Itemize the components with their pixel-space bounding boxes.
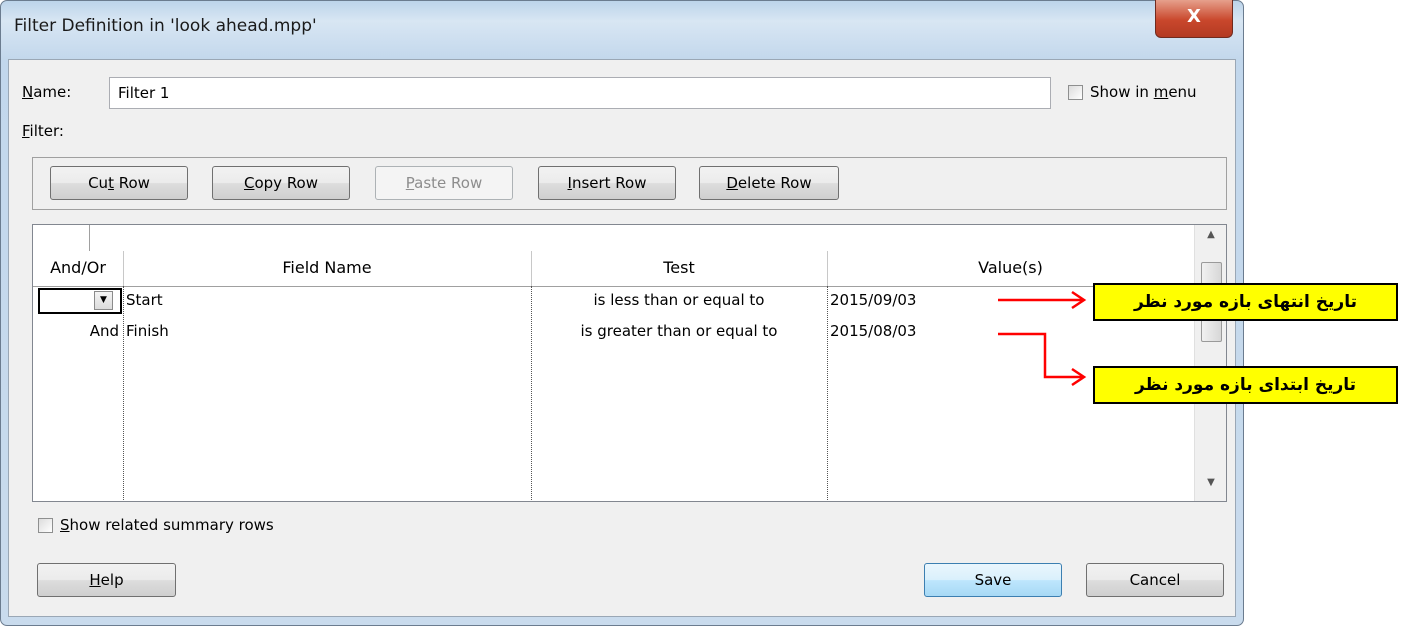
start-date-arrow xyxy=(998,332,1082,379)
end-date-annotation: تاریخ انتهای بازه مورد نظر xyxy=(1093,283,1398,321)
start-date-annotation: تاریخ ابتدای بازه مورد نظر xyxy=(1093,366,1398,404)
